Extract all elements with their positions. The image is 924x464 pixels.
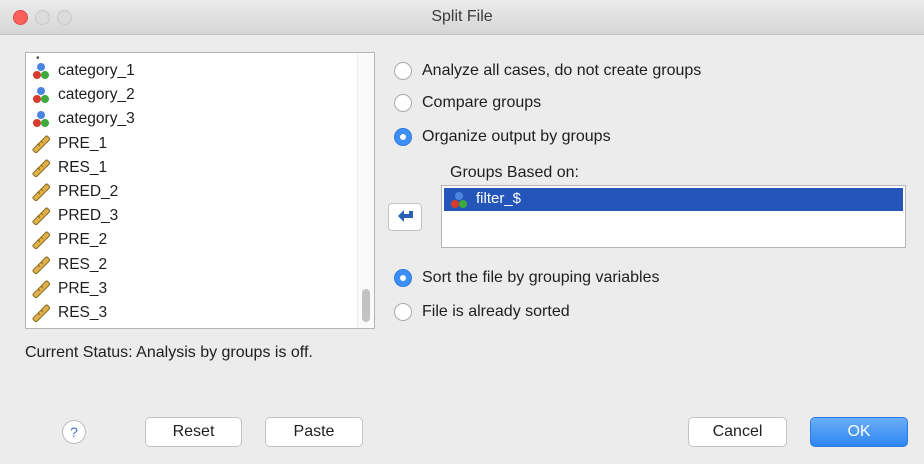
list-item-label: PRED_3 bbox=[58, 207, 119, 225]
radio-label: Analyze all cases, do not create groups bbox=[422, 62, 702, 79]
scale-icon bbox=[32, 280, 50, 298]
list-item-label: PRE_2 bbox=[58, 231, 108, 249]
list-item-label: PRE_1 bbox=[58, 134, 108, 152]
scale-icon bbox=[32, 134, 50, 153]
radio-button[interactable] bbox=[394, 128, 412, 146]
nominal-icon bbox=[451, 192, 467, 208]
radio-button[interactable] bbox=[394, 303, 412, 321]
list-item[interactable]: filter_$ bbox=[444, 188, 903, 211]
groups-based-on-label: Groups Based on: bbox=[450, 164, 579, 181]
title-bar: Split File bbox=[0, 0, 924, 35]
scale-icon bbox=[32, 183, 50, 201]
nominal-icon bbox=[33, 87, 49, 104]
variable-list[interactable]: • category_1 category_2 category_3 PRE_1 RES… bbox=[25, 52, 375, 329]
scale-icon bbox=[32, 304, 50, 322]
list-item-label: PRED_2 bbox=[58, 182, 119, 200]
nominal-icon bbox=[33, 63, 49, 79]
current-status-text: Current Status: Analysis by groups is of… bbox=[25, 344, 313, 361]
help-button[interactable]: ? bbox=[62, 420, 86, 444]
list-item-label: filter_$ bbox=[476, 190, 522, 207]
radio-button[interactable] bbox=[394, 94, 412, 112]
list-item-label: PRE_3 bbox=[58, 279, 108, 297]
scale-icon bbox=[32, 207, 50, 226]
move-variable-button[interactable] bbox=[388, 203, 422, 231]
paste-button[interactable]: Paste bbox=[265, 417, 363, 447]
radio-label: Sort the file by grouping variables bbox=[422, 269, 660, 286]
radio-label: Compare groups bbox=[422, 94, 542, 111]
list-item-label: category_3 bbox=[58, 110, 135, 128]
scale-icon bbox=[32, 159, 50, 177]
list-item-label: RES_1 bbox=[58, 158, 108, 176]
variable-list-scrollbar[interactable] bbox=[357, 53, 374, 328]
radio-button[interactable] bbox=[394, 62, 412, 80]
nominal-icon bbox=[33, 111, 49, 128]
list-item-label: RES_3 bbox=[58, 303, 108, 321]
radio-label: File is already sorted bbox=[422, 303, 570, 320]
scale-icon bbox=[32, 255, 50, 274]
radio-label: Organize output by groups bbox=[422, 128, 611, 145]
window-title: Split File bbox=[431, 8, 493, 25]
radio-button[interactable] bbox=[394, 269, 412, 287]
ok-button[interactable]: OK bbox=[810, 417, 908, 447]
list-item-label: category_2 bbox=[58, 86, 135, 104]
cancel-button[interactable]: Cancel bbox=[688, 417, 787, 447]
arrow-left-icon bbox=[398, 210, 413, 222]
scrollbar-thumb[interactable] bbox=[362, 289, 370, 322]
scale-icon bbox=[32, 231, 50, 250]
list-item-label: category_1 bbox=[58, 62, 135, 79]
list-item-label: RES_2 bbox=[58, 255, 108, 273]
groups-based-on-list[interactable]: filter_$ bbox=[441, 185, 906, 248]
reset-button[interactable]: Reset bbox=[145, 417, 242, 447]
